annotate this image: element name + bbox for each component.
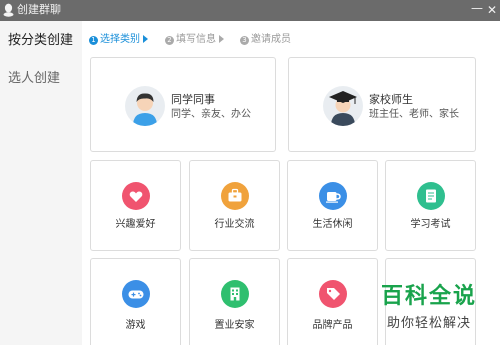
- category-title: 同学同事: [171, 93, 215, 106]
- graduate-avatar-icon: [323, 86, 363, 126]
- category-title: 家校师生: [369, 93, 413, 106]
- step-label: 填写信息: [176, 34, 216, 45]
- building-icon: [221, 280, 249, 308]
- category-card-classmates[interactable]: 同学同事 同学、亲友、办公: [90, 57, 276, 152]
- category-card-hobbies[interactable]: 兴趣爱好: [90, 160, 181, 251]
- category-label: 品牌产品: [312, 320, 353, 331]
- step-label: 选择类别: [100, 34, 140, 45]
- category-card-industry[interactable]: 行业交流: [189, 160, 280, 251]
- category-card-school[interactable]: 家校师生 班主任、老师、家长: [288, 57, 476, 152]
- sidebar-item-create-by-people[interactable]: 选人创建: [8, 70, 60, 88]
- notebook-icon: [417, 182, 445, 210]
- category-label: 游戏: [125, 320, 146, 331]
- category-label: 学习考试: [410, 219, 451, 230]
- watermark: 百科全说 助你轻松解决: [369, 283, 489, 343]
- step-arrow-icon: [143, 35, 148, 43]
- watermark-title: 百科全说: [380, 284, 477, 309]
- category-label: 置业安家: [214, 320, 255, 331]
- category-card-games[interactable]: 游戏: [90, 258, 181, 345]
- step-fill-info: 2 填写信息: [165, 33, 224, 46]
- sidebar: 按分类创建 选人创建: [0, 21, 82, 345]
- watermark-subtitle: 助你轻松解决: [386, 316, 471, 331]
- category-label: 行业交流: [214, 219, 255, 230]
- sidebar-item-create-by-category[interactable]: 按分类创建: [8, 32, 73, 50]
- briefcase-icon: [221, 182, 249, 210]
- step-choose-category: 1 选择类别: [89, 33, 148, 46]
- category-label: 兴趣爱好: [115, 219, 156, 230]
- step-arrow-icon: [219, 35, 224, 43]
- category-card-leisure[interactable]: 生活休闲: [287, 160, 378, 251]
- coffee-cup-icon: [319, 182, 347, 210]
- category-card-brands[interactable]: 品牌产品: [287, 258, 378, 345]
- title-bar: 创建群聊 — ✕: [0, 0, 500, 21]
- category-subtitle: 同学、亲友、办公: [171, 109, 251, 120]
- step-number: 2: [165, 36, 174, 45]
- qq-penguin-icon: [3, 3, 14, 17]
- category-label: 生活休闲: [312, 219, 353, 230]
- close-button[interactable]: ✕: [486, 0, 498, 20]
- tag-icon: [319, 280, 347, 308]
- student-avatar-icon: [125, 86, 165, 126]
- step-number: 1: [89, 36, 98, 45]
- category-card-study[interactable]: 学习考试: [385, 160, 476, 251]
- minimize-button[interactable]: —: [471, 0, 483, 20]
- gamepad-icon: [122, 280, 150, 308]
- step-invite-members: 3 邀请成员: [240, 33, 291, 46]
- heart-icon: [122, 182, 150, 210]
- window-title: 创建群聊: [17, 3, 61, 16]
- step-number: 3: [240, 36, 249, 45]
- category-card-real-estate[interactable]: 置业安家: [189, 258, 280, 345]
- category-subtitle: 班主任、老师、家长: [369, 109, 459, 120]
- step-label: 邀请成员: [251, 34, 291, 45]
